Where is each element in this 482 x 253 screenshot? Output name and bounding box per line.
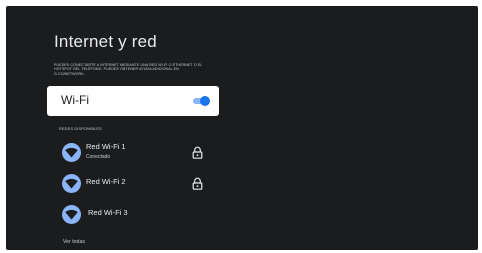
wifi-icon: [62, 174, 81, 193]
wifi-icon: [62, 143, 81, 162]
network-status: Conectado: [86, 154, 111, 160]
network-name: Red Wi-Fi 1: [86, 142, 126, 151]
wifi-toggle-row[interactable]: Wi-Fi: [47, 86, 219, 116]
tv-screen: Internet y red Puedes conectarte a inter…: [6, 6, 478, 250]
network-item[interactable]: Red Wi-Fi 1 Conectado: [60, 141, 210, 165]
wifi-icon: [62, 205, 81, 224]
network-item[interactable]: Red Wi-Fi 2: [60, 172, 210, 196]
see-all-link[interactable]: Ver todas: [63, 239, 85, 245]
available-networks-label: Redes disponibles: [59, 127, 102, 131]
network-name: Red Wi-Fi 3: [88, 208, 128, 217]
network-name: Red Wi-Fi 2: [86, 177, 126, 186]
page-title: Internet y red: [54, 32, 157, 51]
wifi-label: Wi-Fi: [61, 93, 89, 107]
toggle-thumb: [200, 96, 210, 106]
lock-icon: [192, 177, 203, 195]
lock-icon: [192, 146, 203, 164]
network-item[interactable]: Red Wi-Fi 3: [60, 203, 210, 227]
wifi-toggle-switch[interactable]: [191, 96, 210, 106]
page-description: Puedes conectarte a internet mediante un…: [54, 63, 203, 76]
